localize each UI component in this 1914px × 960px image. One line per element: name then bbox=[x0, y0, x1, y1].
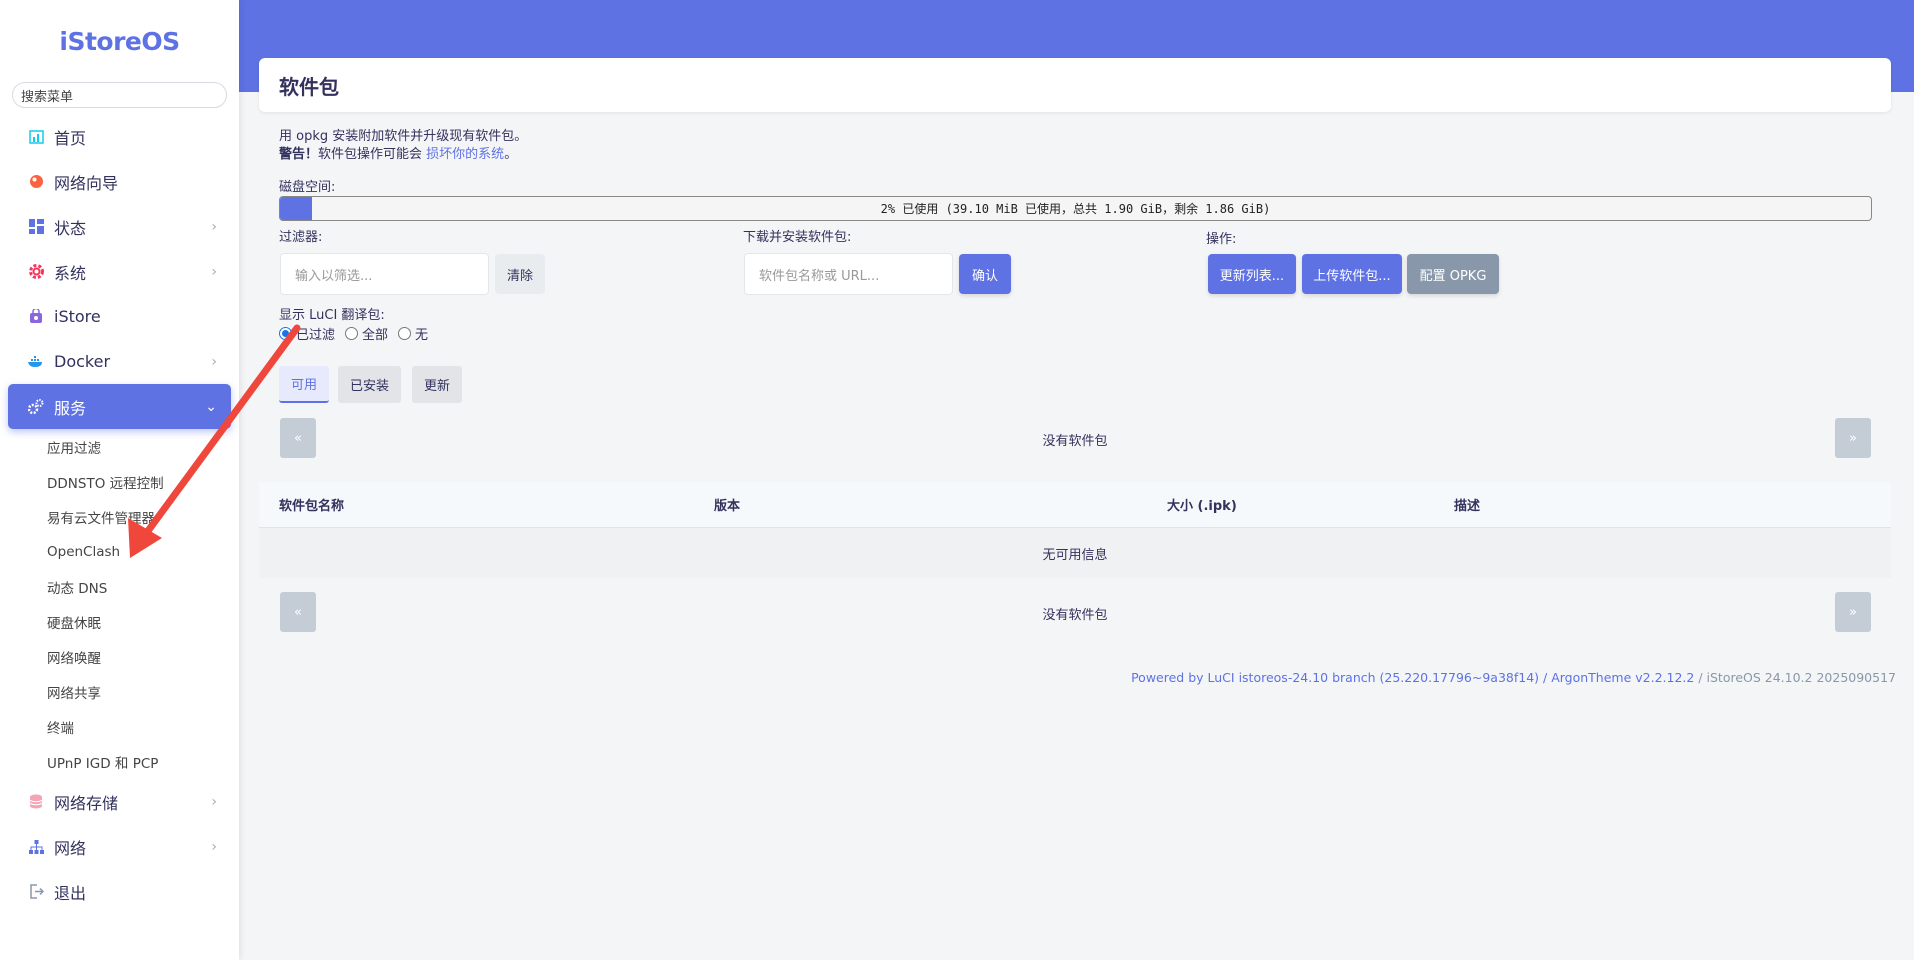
warning-link[interactable]: 损坏你的系统 bbox=[426, 147, 504, 162]
update-lists-button[interactable]: 更新列表... bbox=[1208, 254, 1296, 294]
gear-icon bbox=[28, 264, 44, 280]
submenu-item-ddnsto[interactable]: DDNSTO 远程控制 bbox=[0, 464, 239, 499]
clear-filter-button[interactable]: 清除 bbox=[495, 254, 545, 294]
luci-i18n-radio-group: 已过滤 全部 无 bbox=[279, 324, 428, 343]
package-url-input[interactable]: 软件包名称或 URL... bbox=[744, 253, 953, 295]
page-title: 软件包 bbox=[279, 74, 339, 99]
sidebar-item-label: Docker bbox=[54, 352, 111, 371]
col-header-version[interactable]: 版本 bbox=[714, 495, 740, 514]
submenu-item-wake-on-lan[interactable]: 网络唤醒 bbox=[0, 639, 239, 674]
store-bag-icon bbox=[28, 309, 44, 325]
sidebar-item-network[interactable]: 网络 › bbox=[8, 824, 231, 869]
brand-logo[interactable]: iStoreOS bbox=[0, 0, 239, 82]
pager-status-bottom: 没有软件包 bbox=[1042, 608, 1108, 623]
network-tree-icon bbox=[28, 839, 44, 855]
sidebar-item-label: 服务 bbox=[54, 398, 87, 418]
packages-table-header: 软件包名称 版本 大小 (.ipk) 描述 bbox=[259, 482, 1891, 528]
chevron-right-icon: › bbox=[211, 263, 217, 280]
sidebar-nav-bottom: 网络存储 › 网络 › 退出 bbox=[0, 779, 239, 914]
filter-label: 过滤器: bbox=[279, 230, 323, 245]
submenu-item-terminal[interactable]: 终端 bbox=[0, 709, 239, 744]
sidebar-item-label: 状态 bbox=[54, 218, 87, 238]
sidebar-item-label: 系统 bbox=[54, 263, 87, 283]
sidebar-item-label: 网络存储 bbox=[54, 793, 119, 813]
cogs-icon bbox=[28, 399, 44, 415]
logout-icon bbox=[28, 884, 44, 900]
chevron-down-icon: ⌄ bbox=[205, 398, 217, 415]
database-icon bbox=[28, 794, 44, 810]
submenu-item-dynamic-dns[interactable]: 动态 DNS bbox=[0, 569, 239, 604]
chevron-right-icon: › bbox=[211, 218, 217, 235]
actions-label: 操作: bbox=[1206, 232, 1237, 247]
chevron-right-icon: › bbox=[211, 353, 217, 370]
submenu-item-app-filter[interactable]: 应用过滤 bbox=[0, 429, 239, 464]
sidebar-item-label: 网络 bbox=[54, 838, 87, 858]
configure-opkg-button[interactable]: 配置 OPKG bbox=[1407, 254, 1499, 294]
submenu-item-linkease-file-manager[interactable]: 易有云文件管理器 bbox=[0, 499, 239, 534]
sidebar-item-docker[interactable]: Docker › bbox=[8, 339, 231, 384]
sidebar-item-label: 网络向导 bbox=[54, 173, 119, 193]
warning-label: 警告！ bbox=[279, 147, 319, 162]
radio-filtered-label: 已过滤 bbox=[296, 328, 336, 343]
sidebar-item-status[interactable]: 状态 › bbox=[8, 204, 231, 249]
sidebar-item-network-wizard[interactable]: 网络向导 bbox=[8, 159, 231, 204]
sidebar-item-home[interactable]: 首页 bbox=[8, 114, 231, 159]
sidebar-item-logout[interactable]: 退出 bbox=[8, 869, 231, 914]
docker-whale-icon bbox=[28, 354, 44, 370]
chevron-right-icon: › bbox=[211, 838, 217, 855]
footer-version-text: / iStoreOS 24.10.2 2025090517 bbox=[1694, 670, 1896, 685]
download-label: 下载并安装软件包: bbox=[743, 230, 852, 245]
radio-none-label: 无 bbox=[415, 328, 429, 343]
services-submenu: 应用过滤 DDNSTO 远程控制 易有云文件管理器 OpenClash 动态 D… bbox=[0, 429, 239, 779]
col-header-size[interactable]: 大小 (.ipk) bbox=[1167, 495, 1237, 514]
disk-usage-bar: 2% 已使用 (39.10 MiB 已使用，总共 1.90 GiB，剩余 1.8… bbox=[279, 196, 1872, 221]
tab-updates[interactable]: 更新 bbox=[412, 366, 463, 403]
col-header-name[interactable]: 软件包名称 bbox=[279, 495, 344, 514]
col-header-description[interactable]: 描述 bbox=[1454, 495, 1480, 514]
dashboard-icon bbox=[28, 129, 44, 145]
confirm-install-button[interactable]: 确认 bbox=[959, 254, 1011, 294]
submenu-item-hd-idle[interactable]: 硬盘休眠 bbox=[0, 604, 239, 639]
radio-filtered[interactable] bbox=[279, 327, 292, 340]
sidebar: iStoreOS 搜索菜单 首页 网络向导 状态 › 系统 › iStore D… bbox=[0, 0, 239, 960]
sidebar-item-label: 退出 bbox=[54, 883, 87, 903]
submenu-item-network-share[interactable]: 网络共享 bbox=[0, 674, 239, 709]
status-grid-icon bbox=[28, 219, 44, 235]
sidebar-item-label: iStore bbox=[54, 307, 101, 326]
sidebar-item-system[interactable]: 系统 › bbox=[8, 249, 231, 294]
submenu-item-openclash[interactable]: OpenClash bbox=[0, 534, 239, 569]
footer-powered-by-link[interactable]: Powered by LuCI istoreos-24.10 branch (2… bbox=[1131, 670, 1694, 685]
filter-input[interactable]: 输入以筛选... bbox=[280, 253, 489, 295]
sidebar-item-services[interactable]: 服务 ⌄ bbox=[8, 384, 231, 429]
submenu-item-upnp[interactable]: UPnP IGD 和 PCP bbox=[0, 744, 239, 779]
warning-text: 软件包操作可能会 bbox=[318, 147, 423, 162]
radio-all[interactable] bbox=[345, 327, 359, 340]
radio-all-label: 全部 bbox=[362, 328, 389, 343]
sidebar-item-label: 首页 bbox=[54, 128, 87, 148]
packages-table-empty-row: 无可用信息 bbox=[259, 528, 1891, 578]
desc-line: 用 opkg 安装附加软件并升级现有软件包。 bbox=[279, 129, 528, 144]
sidebar-nav: 首页 网络向导 状态 › 系统 › iStore Docker › 服务 ⌄ bbox=[0, 114, 239, 429]
pager-next-button-top[interactable]: » bbox=[1835, 418, 1871, 458]
tab-installed[interactable]: 已安装 bbox=[338, 366, 402, 403]
menu-search-input[interactable]: 搜索菜单 bbox=[12, 82, 227, 108]
page-footer: Powered by LuCI istoreos-24.10 branch (2… bbox=[1131, 670, 1896, 685]
disk-space-label: 磁盘空间: bbox=[279, 180, 336, 195]
tab-available[interactable]: 可用 bbox=[279, 366, 330, 403]
upload-package-button[interactable]: 上传软件包... bbox=[1302, 254, 1402, 294]
warning-end: 。 bbox=[504, 147, 518, 162]
page-description: 用 opkg 安装附加软件并升级现有软件包。 警告！软件包操作可能会 损坏你的系… bbox=[279, 128, 527, 164]
warning-line: 警告！软件包操作可能会 损坏你的系统。 bbox=[279, 146, 527, 164]
pager-status-top: 没有软件包 bbox=[1042, 434, 1108, 449]
page-header: 软件包 bbox=[259, 58, 1891, 112]
chevron-right-icon: › bbox=[211, 793, 217, 810]
pager-next-button-bottom[interactable]: » bbox=[1835, 592, 1871, 632]
sidebar-item-istore[interactable]: iStore bbox=[8, 294, 231, 339]
disk-usage-text: 2% 已使用 (39.10 MiB 已使用，总共 1.90 GiB，剩余 1.8… bbox=[880, 202, 1271, 216]
sidebar-item-nas[interactable]: 网络存储 › bbox=[8, 779, 231, 824]
globe-icon bbox=[28, 174, 44, 190]
luci-i18n-label: 显示 LuCI 翻译包: bbox=[279, 308, 385, 323]
radio-none[interactable] bbox=[398, 327, 412, 340]
